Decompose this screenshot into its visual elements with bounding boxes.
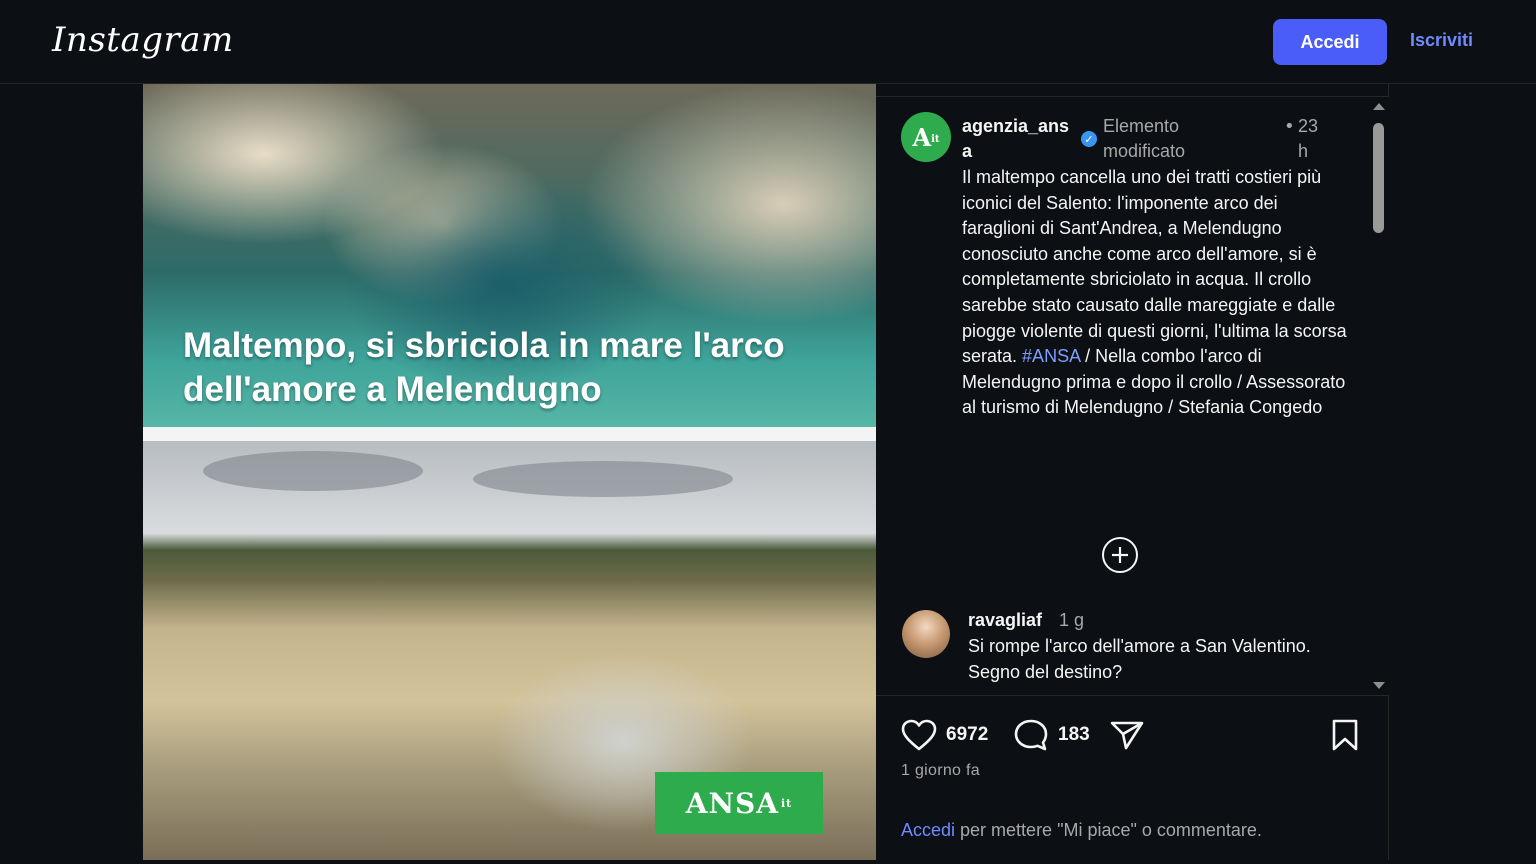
comments-count[interactable]: 183 <box>1058 724 1090 746</box>
comment-bubble-icon <box>1014 719 1048 751</box>
paper-plane-icon <box>1110 721 1144 750</box>
comment-time: 1 g <box>1059 610 1085 630</box>
login-button[interactable]: Accedi <box>1273 19 1387 65</box>
post-caption: Il maltempo cancella uno dei tratti cost… <box>962 165 1352 421</box>
login-prompt: Accedi per mettere "Mi piace" o commenta… <box>901 820 1262 841</box>
caption-text-after: / Nella combo l'arco di Melendugno prima… <box>962 346 1346 418</box>
author-avatar-letter: A <box>912 122 932 152</box>
scroll-up-arrow-icon[interactable] <box>1373 103 1385 110</box>
caption-text: Il maltempo cancella uno dei tratti cost… <box>962 167 1347 367</box>
hashtag-link[interactable]: #ANSA <box>1022 346 1080 366</box>
verified-badge-icon: ✓ <box>1081 131 1097 147</box>
comment-button[interactable] <box>1012 718 1050 752</box>
scroll-down-arrow-icon[interactable] <box>1373 682 1385 689</box>
cloud-shape <box>203 451 423 491</box>
image-divider <box>143 427 876 441</box>
comment-text: Si rompe l'arco dell'amore a San Valenti… <box>968 636 1311 682</box>
top-bar: Instagram Accedi Iscriviti <box>0 0 1536 84</box>
scroll-thumb[interactable] <box>1373 123 1384 233</box>
bookmark-icon <box>1332 719 1358 751</box>
likes-count[interactable]: 6972 <box>946 724 988 746</box>
commenter-avatar[interactable] <box>902 610 950 658</box>
image-before-collapse: Maltempo, si sbriciola in mare l'arco de… <box>143 84 876 427</box>
heart-icon <box>901 719 937 751</box>
comments-scroll-area[interactable]: Ait agenzia_ansa ✓ Elemento modificato •… <box>876 96 1389 696</box>
separator-dot: • <box>1284 116 1295 137</box>
post-date[interactable]: 1 giorno fa <box>901 762 980 780</box>
post-actions: 6972 183 1 giorno fa Accedi per mettere … <box>876 696 1389 860</box>
like-button[interactable] <box>900 718 938 752</box>
image-headline: Maltempo, si sbriciola in mare l'arco de… <box>183 326 785 409</box>
author-avatar[interactable]: Ait <box>901 112 951 162</box>
share-button[interactable] <box>1108 718 1146 752</box>
login-prompt-text: per mettere "Mi piace" o commentare. <box>955 820 1262 840</box>
instagram-logo[interactable]: Instagram <box>52 20 234 60</box>
scrollbar[interactable] <box>1367 97 1389 695</box>
signup-link[interactable]: Iscriviti <box>1410 30 1473 51</box>
ansa-logo: ANSA it <box>655 772 823 834</box>
author-avatar-suffix: it <box>931 133 940 145</box>
cloud-shape <box>473 461 733 497</box>
ansa-logo-suffix: it <box>781 796 793 810</box>
image-after-collapse: ANSA it <box>143 441 876 860</box>
author-username[interactable]: agenzia_ansa <box>962 114 1074 164</box>
comment-username[interactable]: ravagliaf <box>968 610 1042 631</box>
post-image[interactable]: Maltempo, si sbriciola in mare l'arco de… <box>143 84 876 860</box>
post-time[interactable]: 23 h <box>1298 114 1328 164</box>
load-more-comments-button[interactable] <box>1102 537 1138 573</box>
ansa-logo-text: ANSA <box>685 786 779 820</box>
post-details-panel: Ait agenzia_ansa ✓ Elemento modificato •… <box>876 84 1389 860</box>
edited-label: Elemento modificato <box>1103 116 1186 161</box>
login-prompt-link[interactable]: Accedi <box>901 820 955 840</box>
save-button[interactable] <box>1328 718 1362 752</box>
plus-icon <box>1112 547 1128 563</box>
